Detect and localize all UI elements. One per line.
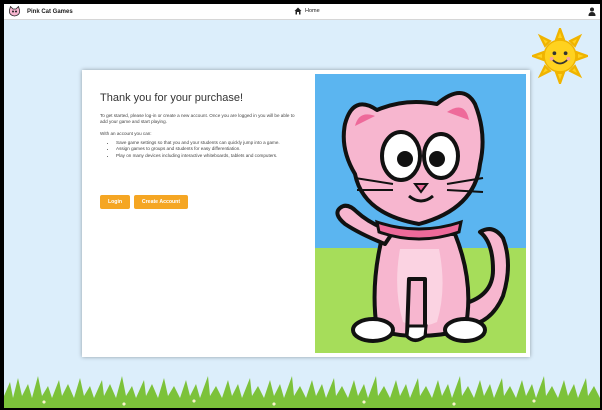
benefit-item: Save game settings so that you and your … xyxy=(116,140,296,145)
app-frame: Pink Cat Games Home Thank you for your p… xyxy=(4,4,600,408)
brand[interactable]: Pink Cat Games xyxy=(8,6,73,17)
create-account-button[interactable]: Create Account xyxy=(134,195,188,209)
action-buttons: Login Create Account xyxy=(100,195,188,209)
benefit-item: Assign games to groups and students for … xyxy=(116,146,296,151)
home-link[interactable]: Home xyxy=(294,7,320,15)
login-button[interactable]: Login xyxy=(100,195,130,209)
cat-illustration xyxy=(315,74,526,353)
card-title: Thank you for your purchase! xyxy=(100,92,244,104)
top-navigation-bar: Pink Cat Games Home xyxy=(4,4,600,20)
benefits-list: Save game settings so that you and your … xyxy=(100,140,296,158)
user-icon[interactable] xyxy=(588,7,596,16)
pink-cat-logo-icon xyxy=(8,6,21,17)
benefit-item: Play on many devices including interacti… xyxy=(116,153,296,158)
brand-name: Pink Cat Games xyxy=(27,8,73,15)
purchase-card: Thank you for your purchase! To get star… xyxy=(82,70,530,357)
intro-text: To get started, please log-in or create … xyxy=(100,113,295,124)
smiling-sun-icon xyxy=(532,28,588,84)
home-icon xyxy=(294,7,302,15)
card-text: Thank you for your purchase! To get star… xyxy=(100,92,296,159)
home-link-label: Home xyxy=(305,8,320,14)
grass-border xyxy=(4,376,600,408)
with-account-label: With an account you can: xyxy=(100,131,152,136)
